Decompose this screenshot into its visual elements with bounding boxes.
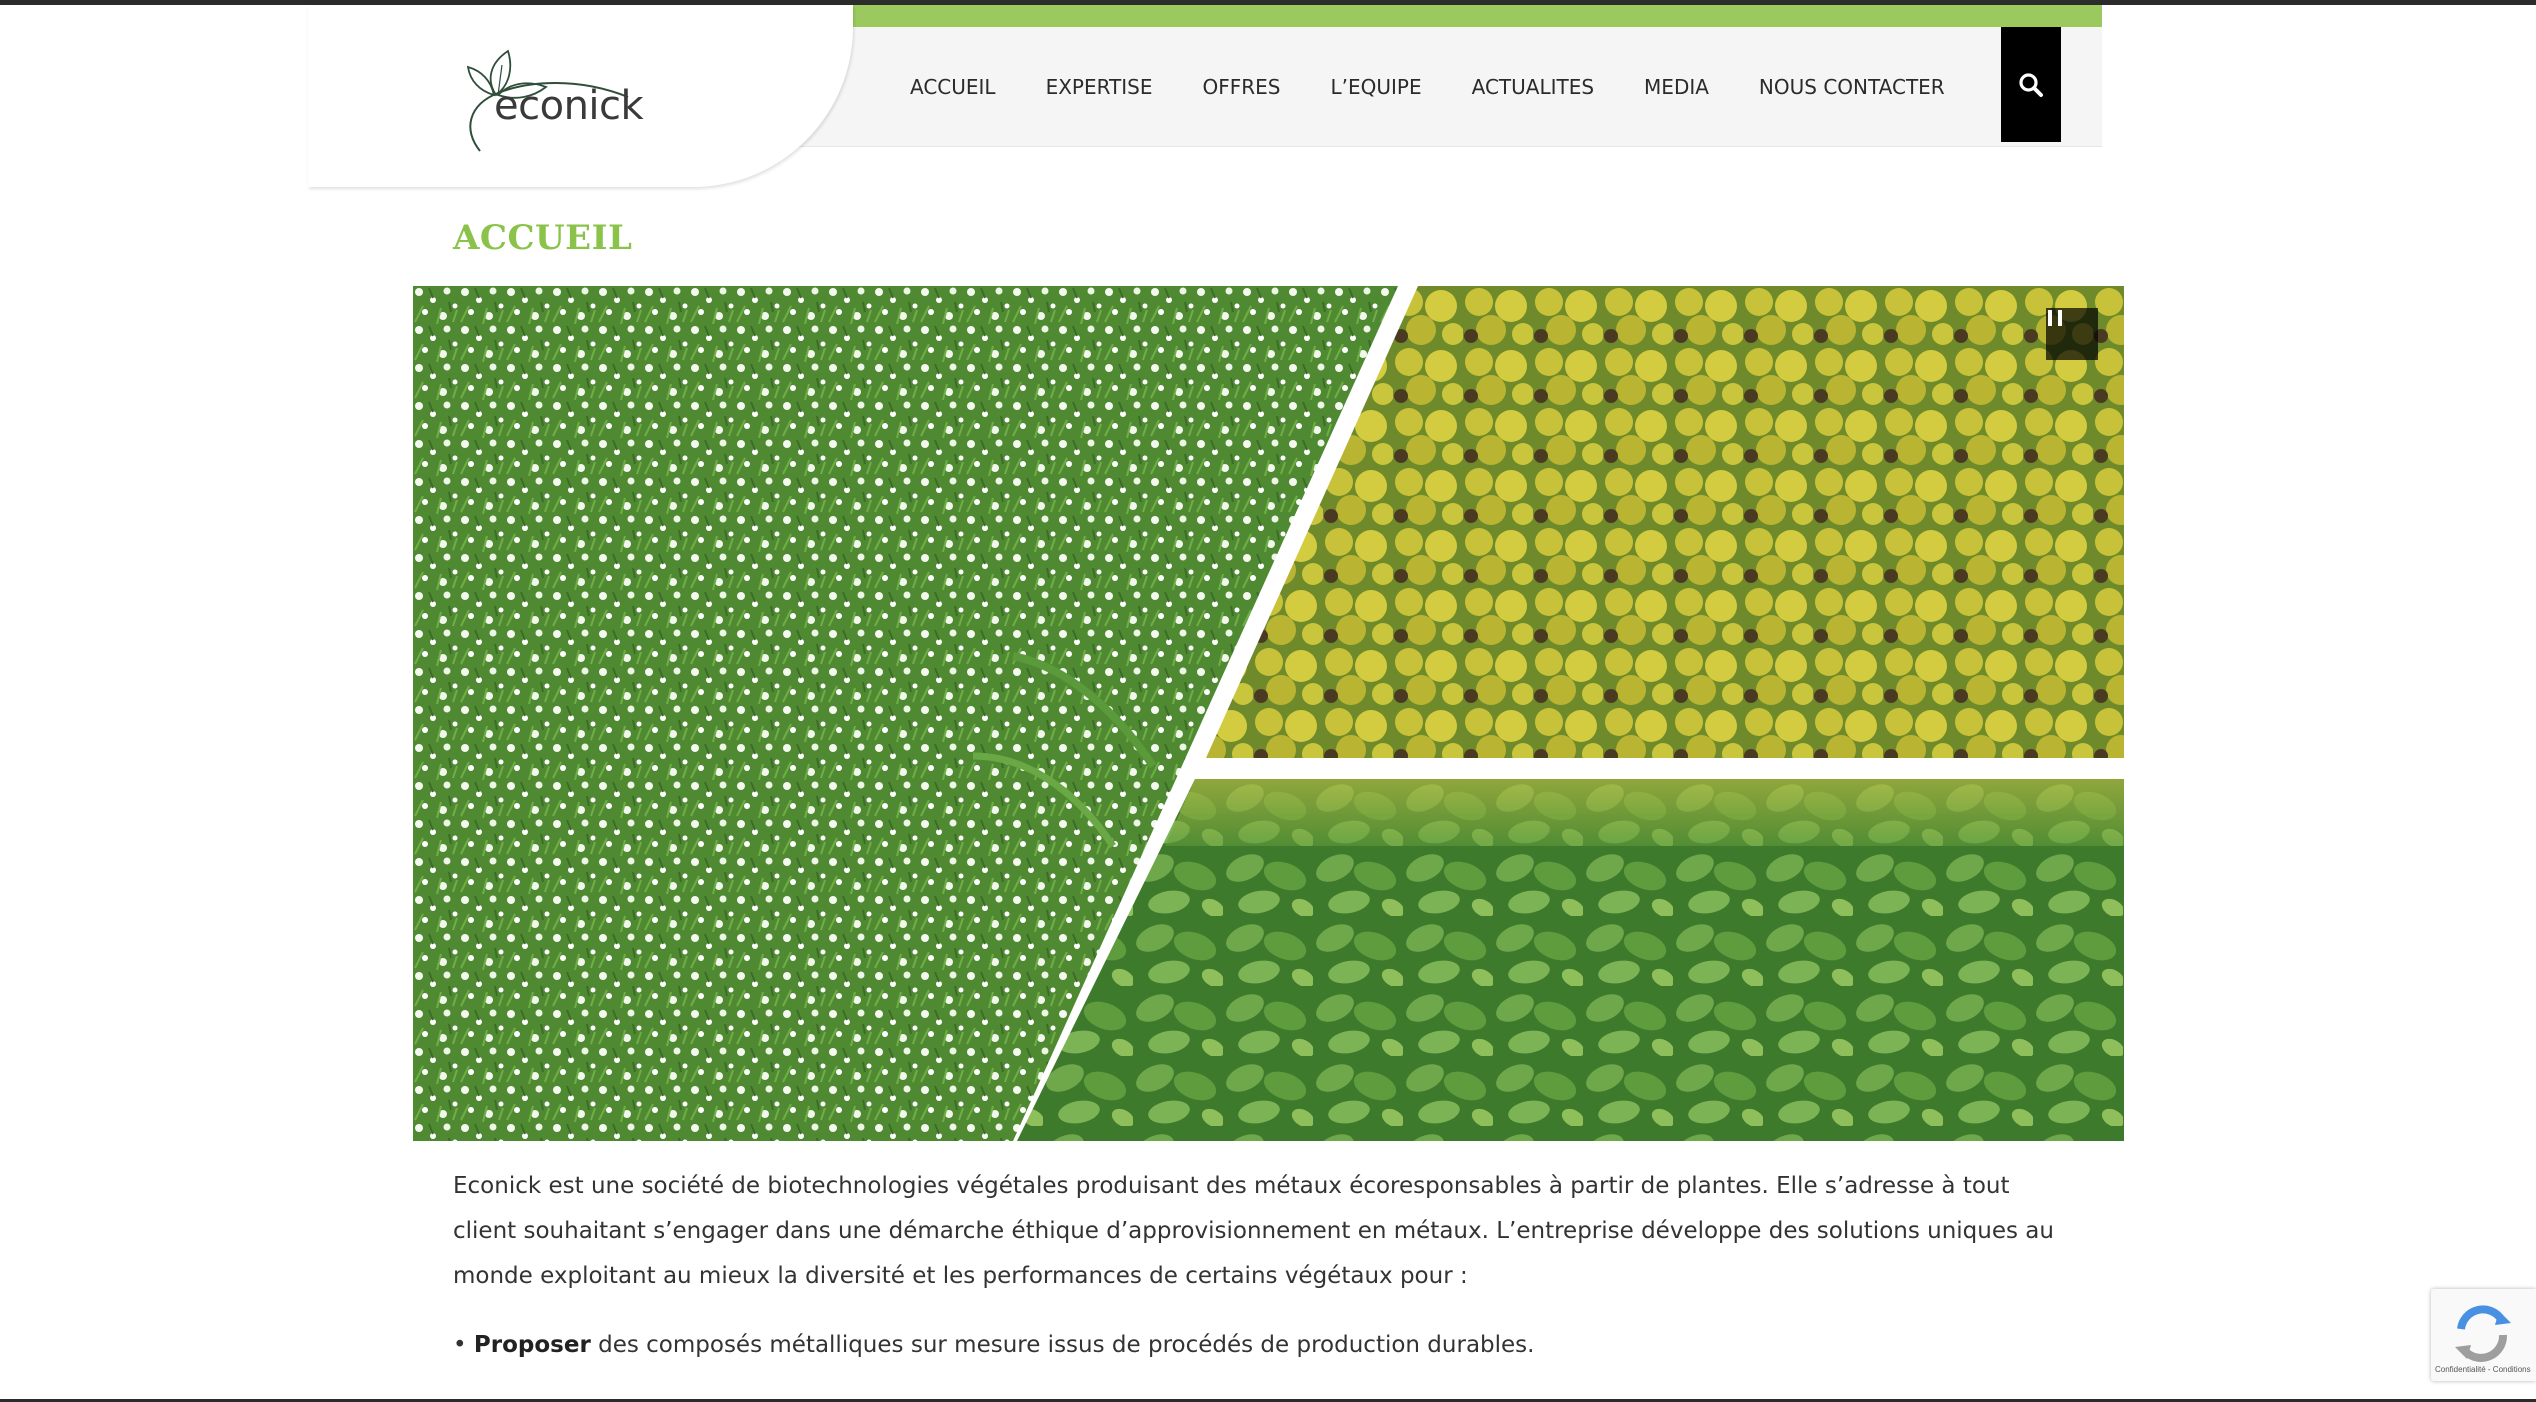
search-button[interactable] [2001, 27, 2061, 142]
nav-offres[interactable]: OFFRES [1203, 75, 1281, 99]
nav-media[interactable]: MEDIA [1644, 75, 1709, 99]
logo-text: econick [494, 83, 644, 129]
recaptcha-label: Confidentialité - Conditions [2435, 1365, 2531, 1374]
logo-container: econick [308, 5, 853, 187]
nav-equipe[interactable]: L’EQUIPE [1331, 75, 1422, 99]
recaptcha-badge[interactable]: Confidentialité - Conditions [2431, 1289, 2536, 1381]
nav-expertise[interactable]: EXPERTISE [1046, 75, 1153, 99]
hero-collage-image [413, 286, 2124, 1141]
search-icon [2019, 72, 2043, 97]
pause-icon [2048, 310, 2062, 326]
page-title: ACCUEIL [453, 218, 633, 258]
intro-paragraph: Econick est une société de biotechnologi… [453, 1173, 2054, 1289]
main-nav: ACCUEIL EXPERTISE OFFRES L’EQUIPE ACTUAL… [910, 27, 1995, 147]
bullet-bold-text: Proposer [473, 1332, 591, 1358]
site-logo[interactable]: econick [458, 25, 644, 160]
hero-slider [413, 286, 2124, 1141]
bullet-text: des composés métalliques sur mesure issu… [590, 1332, 1535, 1358]
nav-accueil[interactable]: ACCUEIL [910, 75, 996, 99]
nav-contact[interactable]: NOUS CONTACTER [1759, 75, 1945, 99]
nav-actualites[interactable]: ACTUALITES [1472, 75, 1594, 99]
slider-pause-button[interactable] [2046, 308, 2098, 360]
main-content: Econick est une société de biotechnologi… [453, 1164, 2063, 1368]
bullet-item: • Proposer des composés métalliques sur … [453, 1323, 2063, 1368]
site-header: econick ACCUEIL EXPERTISE OFFRES L’EQUIP… [308, 5, 2102, 187]
bullet-marker: • [453, 1332, 467, 1358]
header-accent-bar [808, 5, 2102, 27]
